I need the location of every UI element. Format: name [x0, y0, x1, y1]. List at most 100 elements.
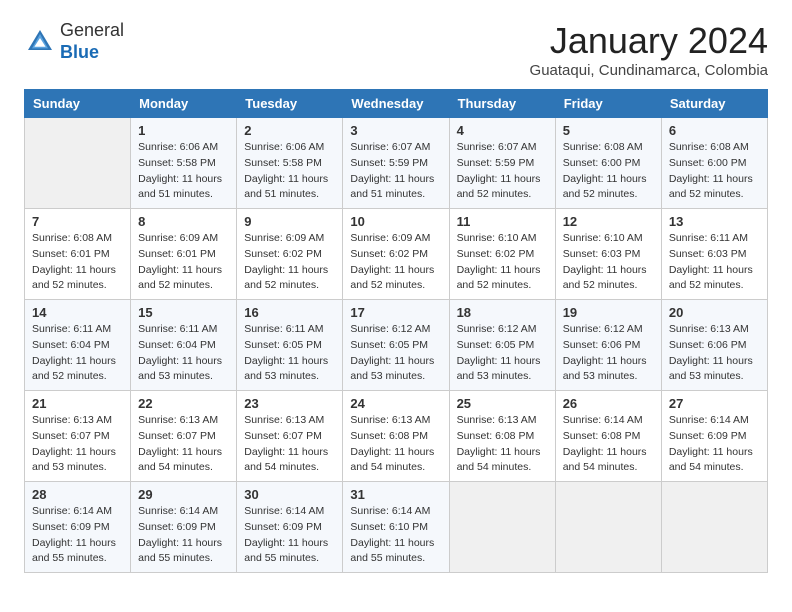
day-info: Sunrise: 6:13 AMSunset: 6:07 PMDaylight:…: [32, 413, 123, 476]
day-header-friday: Friday: [555, 90, 661, 118]
day-number: 24: [350, 396, 441, 411]
day-number: 4: [457, 123, 548, 138]
day-info: Sunrise: 6:14 AMSunset: 6:08 PMDaylight:…: [563, 413, 654, 476]
day-number: 22: [138, 396, 229, 411]
day-info: Sunrise: 6:08 AMSunset: 6:00 PMDaylight:…: [669, 140, 760, 203]
calendar-cell: [25, 118, 131, 209]
calendar-week-2: 7 Sunrise: 6:08 AMSunset: 6:01 PMDaylight…: [25, 209, 768, 300]
day-number: 16: [244, 305, 335, 320]
calendar-cell: 16Sunrise: 6:11 AMSunset: 6:05 PMDayligh…: [237, 300, 343, 391]
day-info: Sunrise: 6:13 AMSunset: 6:07 PMDaylight:…: [244, 413, 335, 476]
day-number: 18: [457, 305, 548, 320]
title-area: January 2024 Guataqui, Cundinamarca, Col…: [530, 20, 768, 79]
calendar-cell: 20Sunrise: 6:13 AMSunset: 6:06 PMDayligh…: [661, 300, 767, 391]
day-number: 21: [32, 396, 123, 411]
calendar-table: SundayMondayTuesdayWednesdayThursdayFrid…: [24, 89, 768, 573]
logo-icon: [24, 26, 56, 58]
day-info: Sunrise: 6:14 AMSunset: 6:09 PMDaylight:…: [138, 504, 229, 567]
day-number: 19: [563, 305, 654, 320]
calendar-cell: 19 Sunrise: 6:12 AMSunset: 6:06 PMDayligh…: [555, 300, 661, 391]
day-info: Sunrise: 6:12 AMSunset: 6:05 PMDaylight:…: [457, 322, 548, 385]
calendar-cell: 10 Sunrise: 6:09 AMSunset: 6:02 PMDayligh…: [343, 209, 449, 300]
calendar-cell: 29 Sunrise: 6:14 AMSunset: 6:09 PMDayligh…: [131, 482, 237, 573]
calendar-cell: 31 Sunrise: 6:14 AMSunset: 6:10 PMDayligh…: [343, 482, 449, 573]
header: General Blue January 2024 Guataqui, Cund…: [24, 20, 768, 79]
day-info: Sunrise: 6:14 AMSunset: 6:09 PMDaylight:…: [669, 413, 760, 476]
day-info: Sunrise: 6:14 AMSunset: 6:10 PMDaylight:…: [350, 504, 441, 567]
day-number: 27: [669, 396, 760, 411]
calendar-cell: 21 Sunrise: 6:13 AMSunset: 6:07 PMDayligh…: [25, 391, 131, 482]
calendar-cell: 24 Sunrise: 6:13 AMSunset: 6:08 PMDayligh…: [343, 391, 449, 482]
day-number: 3: [350, 123, 441, 138]
calendar-cell: 14 Sunrise: 6:11 AMSunset: 6:04 PMDayligh…: [25, 300, 131, 391]
calendar-cell: [449, 482, 555, 573]
calendar-cell: 9 Sunrise: 6:09 AMSunset: 6:02 PMDaylight…: [237, 209, 343, 300]
day-number: 15: [138, 305, 229, 320]
day-number: 31: [350, 487, 441, 502]
calendar-cell: 1Sunrise: 6:06 AMSunset: 5:58 PMDaylight…: [131, 118, 237, 209]
calendar-cell: 22 Sunrise: 6:13 AMSunset: 6:07 PMDayligh…: [131, 391, 237, 482]
day-info: Sunrise: 6:13 AMSunset: 6:08 PMDaylight:…: [350, 413, 441, 476]
day-info: Sunrise: 6:10 AMSunset: 6:02 PMDaylight:…: [457, 231, 548, 294]
day-number: 20: [669, 305, 760, 320]
calendar-cell: [555, 482, 661, 573]
calendar-week-3: 14 Sunrise: 6:11 AMSunset: 6:04 PMDayligh…: [25, 300, 768, 391]
day-info: Sunrise: 6:07 AMSunset: 5:59 PMDaylight:…: [350, 140, 441, 203]
day-number: 23: [244, 396, 335, 411]
day-number: 25: [457, 396, 548, 411]
day-number: 10: [350, 214, 441, 229]
day-number: 6: [669, 123, 760, 138]
logo-blue-text: Blue: [60, 42, 99, 62]
calendar-cell: 7 Sunrise: 6:08 AMSunset: 6:01 PMDaylight…: [25, 209, 131, 300]
day-info: Sunrise: 6:10 AMSunset: 6:03 PMDaylight:…: [563, 231, 654, 294]
day-header-wednesday: Wednesday: [343, 90, 449, 118]
day-info: Sunrise: 6:12 AMSunset: 6:06 PMDaylight:…: [563, 322, 654, 385]
day-number: 30: [244, 487, 335, 502]
day-number: 5: [563, 123, 654, 138]
calendar-cell: 12Sunrise: 6:10 AMSunset: 6:03 PMDayligh…: [555, 209, 661, 300]
day-info: Sunrise: 6:09 AMSunset: 6:01 PMDaylight:…: [138, 231, 229, 294]
calendar-cell: 28 Sunrise: 6:14 AMSunset: 6:09 PMDayligh…: [25, 482, 131, 573]
calendar-cell: 25 Sunrise: 6:13 AMSunset: 6:08 PMDayligh…: [449, 391, 555, 482]
day-info: Sunrise: 6:07 AMSunset: 5:59 PMDaylight:…: [457, 140, 548, 203]
day-info: Sunrise: 6:08 AMSunset: 6:01 PMDaylight:…: [32, 231, 123, 294]
calendar-cell: 5 Sunrise: 6:08 AMSunset: 6:00 PMDaylight…: [555, 118, 661, 209]
month-title: January 2024: [530, 20, 768, 62]
calendar-cell: 3 Sunrise: 6:07 AMSunset: 5:59 PMDaylight…: [343, 118, 449, 209]
day-number: 26: [563, 396, 654, 411]
logo-general-text: General: [60, 20, 124, 40]
day-info: Sunrise: 6:09 AMSunset: 6:02 PMDaylight:…: [244, 231, 335, 294]
day-number: 28: [32, 487, 123, 502]
calendar-cell: 27 Sunrise: 6:14 AMSunset: 6:09 PMDayligh…: [661, 391, 767, 482]
calendar-cell: 13Sunrise: 6:11 AMSunset: 6:03 PMDayligh…: [661, 209, 767, 300]
day-number: 11: [457, 214, 548, 229]
day-number: 14: [32, 305, 123, 320]
day-info: Sunrise: 6:08 AMSunset: 6:00 PMDaylight:…: [563, 140, 654, 203]
calendar-cell: 23 Sunrise: 6:13 AMSunset: 6:07 PMDayligh…: [237, 391, 343, 482]
day-number: 29: [138, 487, 229, 502]
calendar-cell: 26 Sunrise: 6:14 AMSunset: 6:08 PMDayligh…: [555, 391, 661, 482]
day-number: 8: [138, 214, 229, 229]
day-number: 7: [32, 214, 123, 229]
days-header-row: SundayMondayTuesdayWednesdayThursdayFrid…: [25, 90, 768, 118]
calendar-cell: 17Sunrise: 6:12 AMSunset: 6:05 PMDayligh…: [343, 300, 449, 391]
day-info: Sunrise: 6:11 AMSunset: 6:04 PMDaylight:…: [138, 322, 229, 385]
day-header-sunday: Sunday: [25, 90, 131, 118]
day-number: 13: [669, 214, 760, 229]
day-number: 1: [138, 123, 229, 138]
calendar-week-4: 21 Sunrise: 6:13 AMSunset: 6:07 PMDayligh…: [25, 391, 768, 482]
day-info: Sunrise: 6:14 AMSunset: 6:09 PMDaylight:…: [32, 504, 123, 567]
day-info: Sunrise: 6:13 AMSunset: 6:07 PMDaylight:…: [138, 413, 229, 476]
calendar-cell: 18 Sunrise: 6:12 AMSunset: 6:05 PMDayligh…: [449, 300, 555, 391]
calendar-cell: 6 Sunrise: 6:08 AMSunset: 6:00 PMDaylight…: [661, 118, 767, 209]
day-info: Sunrise: 6:09 AMSunset: 6:02 PMDaylight:…: [350, 231, 441, 294]
calendar-cell: 11 Sunrise: 6:10 AMSunset: 6:02 PMDayligh…: [449, 209, 555, 300]
calendar-week-1: 1 Sunrise: 6:06 AMSunset: 5:58 PMDaylight…: [25, 118, 768, 209]
calendar-cell: [661, 482, 767, 573]
day-header-monday: Monday: [131, 90, 237, 118]
day-info: Sunrise: 6:06 AMSunset: 5:58 PMDaylight:…: [244, 140, 335, 203]
day-number: 9: [244, 214, 335, 229]
day-info: Sunrise: 6:11 AMSunset: 6:04 PMDaylight:…: [32, 322, 123, 385]
day-info: Sunrise: 6:13 AMSunset: 6:08 PMDaylight:…: [457, 413, 548, 476]
calendar-cell: 8 Sunrise: 6:09 AMSunset: 6:01 PMDaylight…: [131, 209, 237, 300]
